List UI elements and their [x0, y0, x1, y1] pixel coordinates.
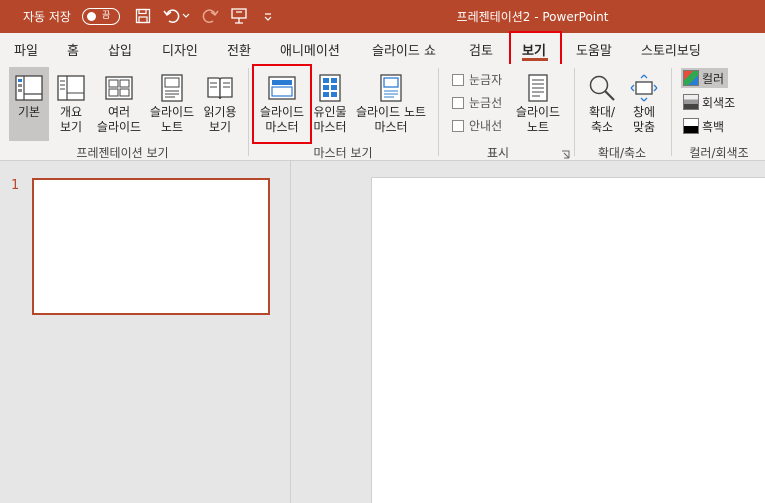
grayscale-mode-label: 회색조: [702, 95, 736, 110]
reading-view-label: 읽기용 보기: [203, 105, 237, 134]
gridlines-label: 눈금선: [469, 96, 503, 110]
tab-help[interactable]: 도움말: [576, 40, 612, 59]
color-mode-label: 컬러: [702, 71, 725, 86]
notes-master-label: 슬라이드 노트 마스터: [355, 105, 427, 134]
tab-insert[interactable]: 삽입: [108, 40, 132, 59]
group-separator: [438, 68, 439, 156]
notes-master-button[interactable]: 슬라이드 노트 마스터: [351, 67, 431, 141]
black-white-mode-label: 흑백: [702, 119, 725, 134]
zoom-label: 확대/ 축소: [588, 105, 616, 134]
black-white-mode-button[interactable]: 흑백: [681, 116, 728, 136]
tab-transitions[interactable]: 전환: [227, 40, 251, 59]
normal-view-icon: [15, 75, 43, 101]
reading-view-button[interactable]: 읽기용 보기: [200, 67, 240, 141]
show-group-label: 표시: [486, 146, 510, 160]
checkbox-box: [452, 119, 464, 132]
notes-page-icon: [161, 74, 183, 102]
guides-checkbox[interactable]: 안내선: [452, 117, 502, 134]
notes-page-label: 슬라이드 노트: [149, 105, 195, 134]
group-separator: [574, 68, 575, 156]
color-mode-button[interactable]: 컬러: [681, 68, 729, 88]
outline-view-button[interactable]: 개요 보기: [53, 67, 89, 141]
slide-sorter-label: 여러 슬라이드: [96, 105, 142, 134]
notes-master-icon: [380, 74, 402, 102]
gridlines-checkbox[interactable]: 눈금선: [452, 94, 502, 111]
tab-file[interactable]: 파일: [14, 40, 38, 59]
notes-icon: [528, 74, 548, 102]
tab-animations[interactable]: 애니메이션: [280, 40, 340, 59]
title-bar: 자동 저장 끔 프레젠테이션2 - PowerPoint: [0, 0, 765, 33]
fit-to-window-icon: [630, 74, 658, 102]
checkbox-box: [452, 96, 464, 109]
group-separator: [248, 68, 249, 156]
slide-canvas[interactable]: [371, 177, 765, 503]
notes-page-button[interactable]: 슬라이드 노트: [147, 67, 197, 141]
ribbon: 기본 개요 보기 여러 슬라이드 슬라이드 노트 읽기용 보기 프레젠테이션 보…: [0, 64, 765, 161]
slide-thumbnail[interactable]: [32, 178, 270, 315]
notes-toggle-button[interactable]: 슬라이드 노트: [513, 67, 563, 141]
presentation-views-group-label: 프레젠테이션 보기: [76, 146, 169, 160]
black-white-swatch-icon: [683, 118, 699, 134]
handout-master-button[interactable]: 유인물 마스터: [311, 67, 349, 141]
ruler-label: 눈금자: [469, 73, 503, 87]
normal-view-button[interactable]: 기본: [9, 67, 49, 141]
outline-view-icon: [57, 75, 85, 101]
slide-master-button[interactable]: 슬라이드 마스터: [255, 67, 309, 141]
magnifier-icon: [589, 75, 615, 101]
tab-design[interactable]: 디자인: [162, 40, 198, 59]
slide-sorter-icon: [105, 76, 133, 100]
reading-view-icon: [207, 77, 233, 100]
tab-slideshow[interactable]: 슬라이드 쇼: [372, 40, 436, 59]
color-swatch-icon: [683, 70, 699, 86]
checkbox-box: [452, 73, 464, 86]
tab-home[interactable]: 홈: [67, 40, 79, 59]
ruler-checkbox[interactable]: 눈금자: [452, 71, 502, 88]
handout-master-label: 유인물 마스터: [313, 105, 347, 134]
normal-view-label: 기본: [17, 105, 41, 119]
notes-toggle-label: 슬라이드 노트: [515, 105, 561, 134]
master-views-group-label: 마스터 보기: [313, 146, 373, 160]
guides-label: 안내선: [469, 119, 503, 133]
group-separator: [671, 68, 672, 156]
active-tab-indicator: [522, 58, 548, 61]
color-group-label: 컬러/회색조: [689, 146, 749, 160]
pane-divider[interactable]: [290, 161, 291, 503]
tab-view[interactable]: 보기: [522, 40, 546, 59]
slide-master-icon: [268, 76, 296, 100]
slide-sorter-button[interactable]: 여러 슬라이드: [93, 67, 145, 141]
slide-master-label: 슬라이드 마스터: [259, 105, 305, 134]
handout-master-icon: [319, 74, 341, 102]
fit-to-window-button[interactable]: 창에 맞춤: [624, 67, 664, 141]
zoom-group-label: 확대/축소: [597, 146, 647, 160]
grayscale-mode-button[interactable]: 회색조: [681, 92, 739, 112]
slide-number: 1: [11, 178, 20, 193]
zoom-button[interactable]: 확대/ 축소: [582, 67, 622, 141]
ribbon-tabs: 파일 홈 삽입 디자인 전환 애니메이션 슬라이드 쇼 검토 보기 도움말 스토…: [0, 33, 765, 64]
grayscale-swatch-icon: [683, 94, 699, 110]
document-title: 프레젠테이션2 - PowerPoint: [456, 10, 609, 24]
fit-to-window-label: 창에 맞춤: [632, 105, 656, 134]
tab-review[interactable]: 검토: [469, 40, 493, 59]
dialog-launcher-icon[interactable]: [561, 148, 570, 159]
outline-view-label: 개요 보기: [59, 105, 83, 134]
tab-storyboarding[interactable]: 스토리보딩: [641, 40, 701, 59]
